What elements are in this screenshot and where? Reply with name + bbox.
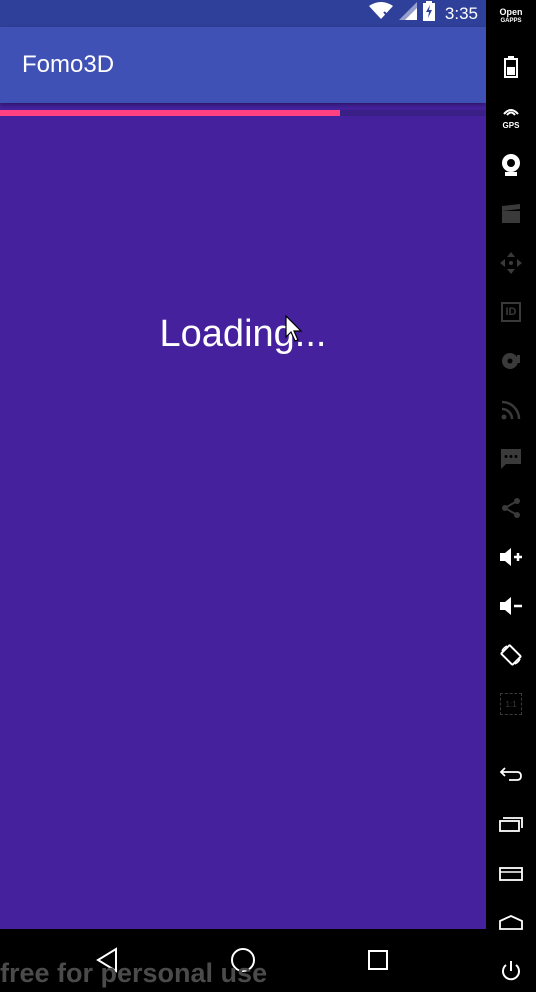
loading-progress-bar xyxy=(0,110,486,116)
opengapps-logo: Open GAPPS xyxy=(499,7,523,25)
recent-apps-tool-button[interactable] xyxy=(486,806,536,842)
disk-tool-button[interactable] xyxy=(486,343,536,379)
wifi-icon xyxy=(368,2,393,25)
gps-tool-button[interactable]: GPS xyxy=(486,98,536,134)
volume-down-icon xyxy=(500,597,522,615)
ratio-icon: 1:1 xyxy=(500,693,522,715)
power-tool-button[interactable] xyxy=(486,953,536,989)
back-tool-button[interactable] xyxy=(486,756,536,792)
status-bar: 3:35 xyxy=(0,0,486,27)
id-card-icon: ID xyxy=(501,302,521,322)
pixel-perfect-button[interactable]: 1:1 xyxy=(486,686,536,722)
disk-icon xyxy=(502,353,520,369)
volume-down-button[interactable] xyxy=(486,588,536,624)
mouse-cursor-icon xyxy=(285,314,303,348)
device-id-tool-button[interactable]: ID xyxy=(486,294,536,330)
watermark: free for personal use xyxy=(0,958,268,988)
share-icon xyxy=(502,498,520,518)
sms-tool-button[interactable] xyxy=(486,441,536,477)
recents-button[interactable] xyxy=(363,945,393,975)
rotate-button[interactable] xyxy=(486,637,536,673)
menu-tool-button[interactable] xyxy=(486,855,536,891)
move-arrows-icon xyxy=(500,252,522,274)
app-title: Fomo3D xyxy=(22,51,115,78)
share-tool-button[interactable] xyxy=(486,490,536,526)
recents-square-icon xyxy=(368,950,388,970)
battery-charging-icon xyxy=(422,1,435,26)
device-screen: 3:35 Fomo3D Loading... free for personal… xyxy=(0,0,486,992)
progress-fill xyxy=(0,110,341,116)
power-icon xyxy=(502,961,520,981)
gps-icon: GPS xyxy=(502,103,520,130)
signal-icon xyxy=(398,2,417,25)
battery-tool-button[interactable] xyxy=(486,49,536,85)
emulator-side-toolbar: Open GAPPS GPS ID 1:1 xyxy=(486,0,536,992)
message-icon xyxy=(501,449,521,469)
menu-icon xyxy=(499,867,523,881)
rss-tool-button[interactable] xyxy=(486,392,536,428)
recent-apps-icon xyxy=(499,817,523,832)
clapperboard-icon xyxy=(502,204,520,223)
home-tool-button[interactable] xyxy=(486,905,536,941)
battery-icon xyxy=(504,56,518,78)
home-house-icon xyxy=(499,915,523,930)
loading-text: Loading... xyxy=(159,313,327,355)
app-bar: Fomo3D xyxy=(0,27,486,103)
status-time: 3:35 xyxy=(444,3,478,23)
volume-up-button[interactable] xyxy=(486,539,536,575)
back-arrow-icon xyxy=(499,767,522,781)
camera-tool-button[interactable] xyxy=(486,147,536,183)
volume-up-icon xyxy=(500,548,522,566)
rotate-screen-icon xyxy=(500,644,522,666)
dpad-tool-button[interactable] xyxy=(486,245,536,281)
rss-feed-icon xyxy=(501,400,521,420)
webcam-icon xyxy=(502,154,520,176)
status-icons: 3:35 xyxy=(368,0,478,27)
screenrecord-tool-button[interactable] xyxy=(486,196,536,232)
